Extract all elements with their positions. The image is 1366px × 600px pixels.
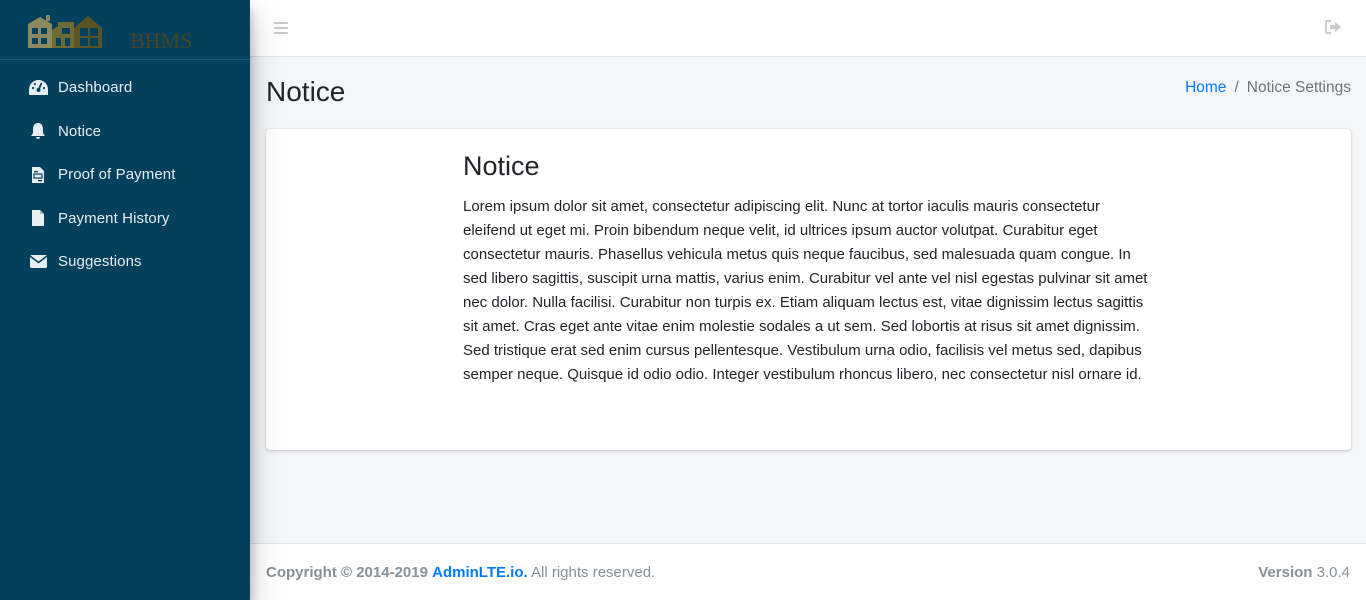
sidebar-item-label: Notice <box>58 122 102 140</box>
hamburger-icon[interactable] <box>274 22 288 34</box>
rights-text: All rights reserved. <box>531 563 656 581</box>
houses-logo-icon: BHMS <box>28 14 192 50</box>
sidebar-item-label: Dashboard <box>58 79 133 97</box>
breadcrumb-home-link[interactable]: Home <box>1185 79 1226 97</box>
sidebar-item-payment-history[interactable]: Payment History <box>0 197 250 241</box>
sign-out-icon[interactable] <box>1325 19 1342 38</box>
notice-content: Notice Lorem ipsum dolor sit amet, conse… <box>463 151 1153 387</box>
version-label: Version <box>1258 563 1313 581</box>
sidebar-item-proof-of-payment[interactable]: Proof of Payment <box>0 153 250 197</box>
sidebar-item-label: Payment History <box>58 209 170 227</box>
sidebar-nav: Dashboard Notice Proof of Payment Paymen… <box>0 60 250 284</box>
sidebar-item-notice[interactable]: Notice <box>0 110 250 154</box>
footer-copyright: Copyright © 2014-2019 AdminLTE.io. All r… <box>266 564 655 581</box>
adminlte-link[interactable]: AdminLTE.io. <box>432 564 528 581</box>
notice-body: Lorem ipsum dolor sit amet, consectetur … <box>463 198 1148 383</box>
notice-title: Notice <box>463 151 540 181</box>
top-navbar <box>250 0 1366 57</box>
file-invoice-icon <box>27 165 49 185</box>
sidebar-item-label: Proof of Payment <box>58 166 176 184</box>
sidebar-item-dashboard[interactable]: Dashboard <box>0 66 250 110</box>
brand-link[interactable]: BHMS <box>0 0 250 60</box>
sidebar-item-label: Suggestions <box>58 253 142 271</box>
content-header: Notice Home / Notice Settings <box>266 70 1351 114</box>
footer-version: Version 3.0.4 <box>1258 564 1350 581</box>
bell-icon <box>27 121 49 141</box>
brand-name: BHMS <box>130 28 192 50</box>
breadcrumb-current: Notice Settings <box>1246 79 1351 96</box>
envelope-icon <box>27 252 49 272</box>
page-title: Notice <box>266 76 346 107</box>
version-number: 3.0.4 <box>1316 563 1350 581</box>
copyright-text: Copyright © 2014-2019 <box>266 563 428 581</box>
breadcrumb: Home / Notice Settings <box>1185 79 1351 97</box>
sidebar-item-suggestions[interactable]: Suggestions <box>0 240 250 284</box>
file-icon <box>27 208 49 228</box>
notice-card: Notice Lorem ipsum dolor sit amet, conse… <box>266 129 1351 450</box>
footer: Copyright © 2014-2019 AdminLTE.io. All r… <box>250 543 1366 600</box>
tachometer-icon <box>27 78 49 98</box>
breadcrumb-separator: / <box>1234 79 1239 96</box>
sidebar: BHMS Dashboard Notice Proof of Payment P… <box>0 0 250 600</box>
